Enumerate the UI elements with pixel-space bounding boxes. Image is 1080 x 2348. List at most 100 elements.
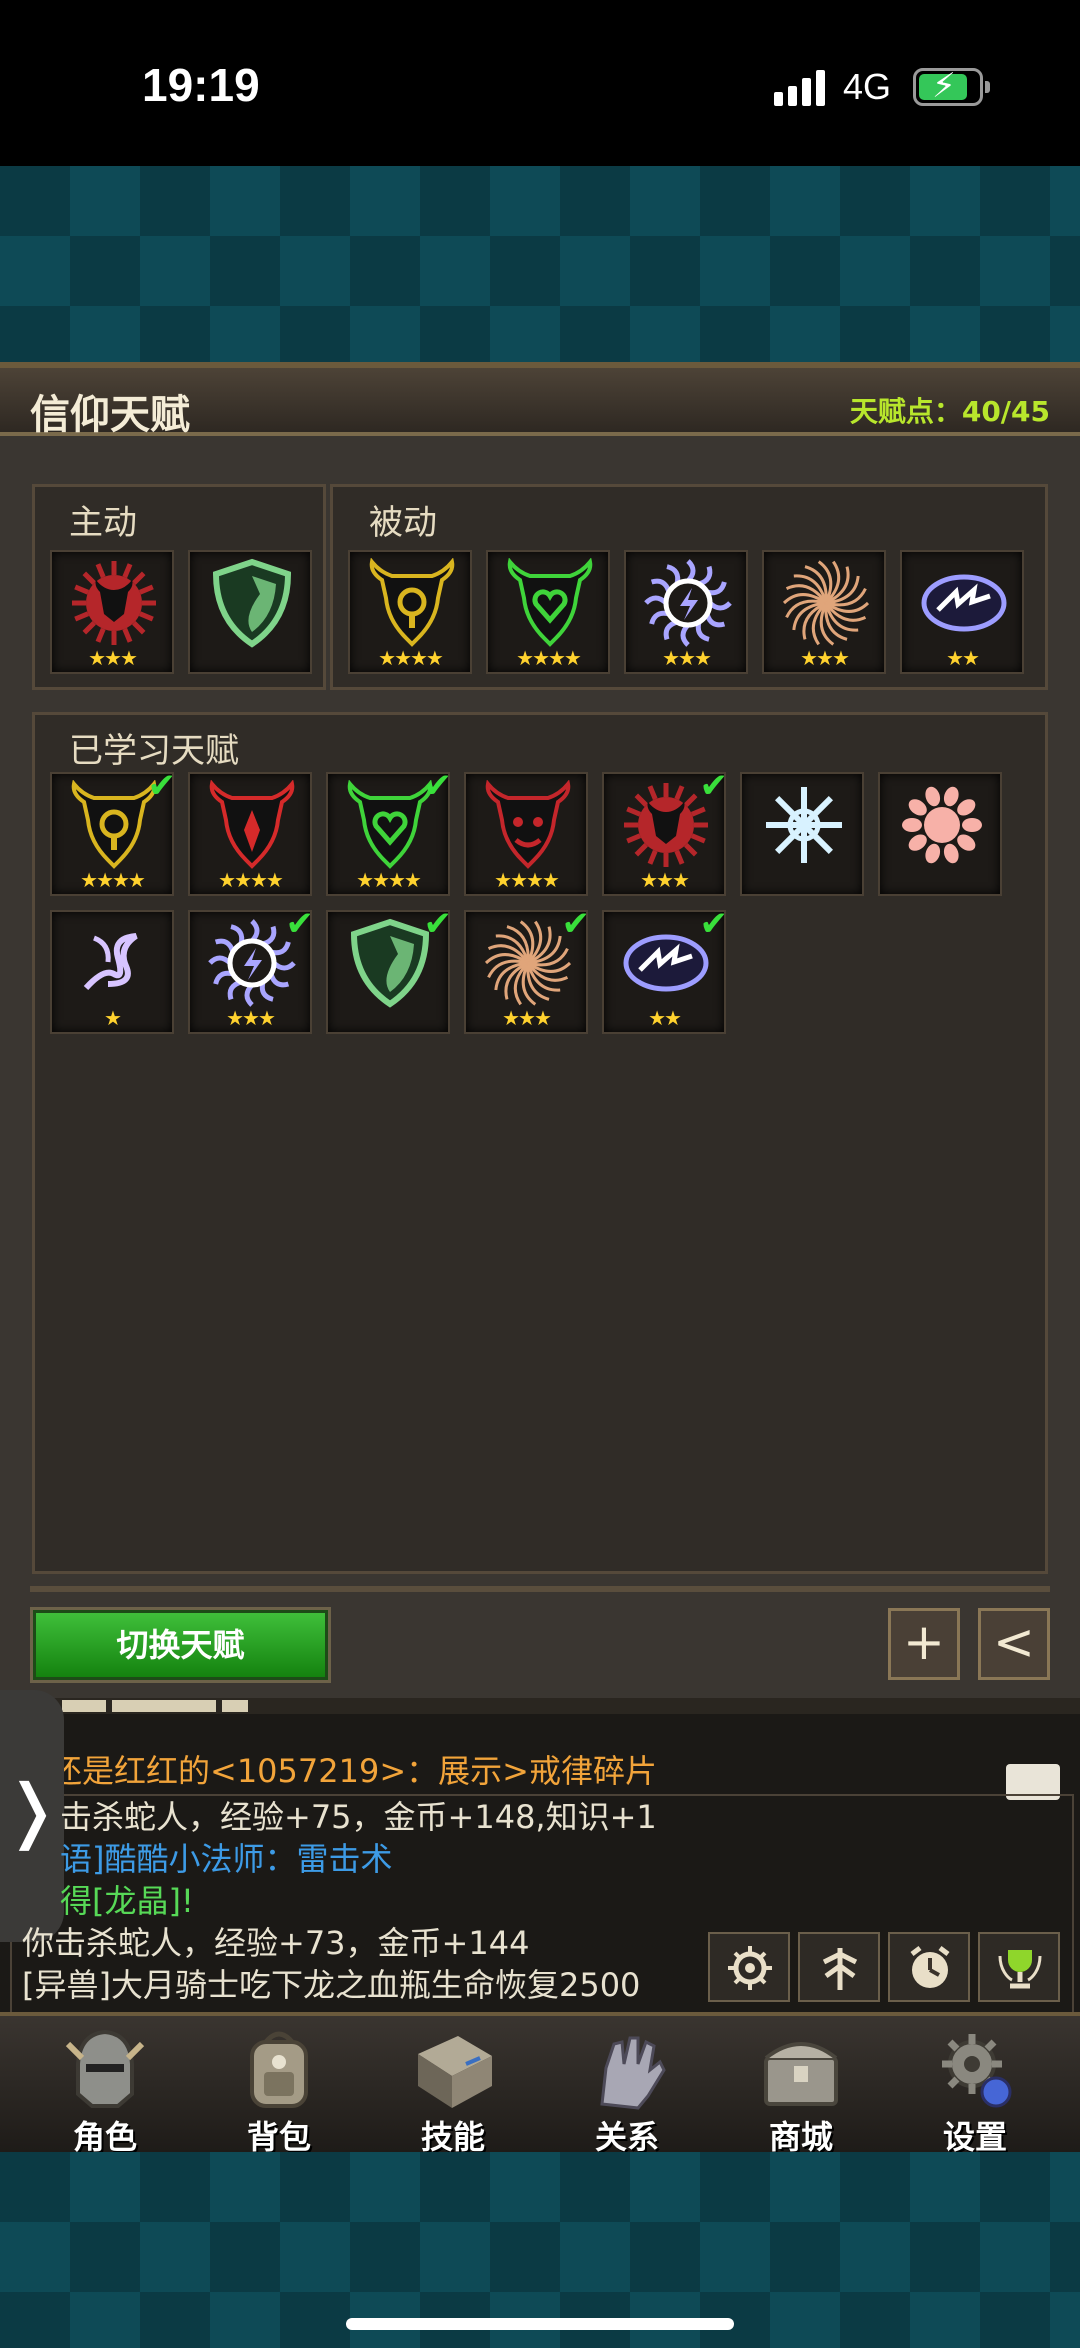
chat-highlight-line[interactable]: 还是红红的<1057219>：展示>戒律碎片 (50, 1746, 657, 1792)
star-rating: ★★★★ (378, 646, 444, 670)
talent-slot[interactable]: ★★★ (762, 550, 886, 674)
wind-swirl-icon (83, 933, 138, 991)
talent-slot[interactable]: ★★ (900, 550, 1024, 674)
talent-slot[interactable]: ★★★ ✔ (188, 904, 314, 1034)
chat-filter-button[interactable] (798, 1932, 880, 2002)
network-type: 4G (843, 66, 892, 107)
active-section-label: 主动 (69, 503, 137, 543)
talent-slot[interactable]: ★★ ✔ (602, 904, 728, 1034)
status-time: 19:19 (142, 59, 260, 111)
page-title: 信仰天赋 (30, 392, 190, 438)
talent-slot[interactable]: ★★★ (624, 550, 748, 674)
background-pattern-top (0, 166, 1080, 364)
passive-section-label: 被动 (369, 503, 437, 543)
home-indicator[interactable] (346, 2318, 734, 2330)
skill-book-icon (418, 2036, 492, 2108)
star-rating: ★ (104, 1006, 122, 1030)
talent-slot[interactable]: ★★★ ✔ (464, 904, 590, 1034)
clock-icon (910, 1946, 950, 1988)
learned-check-icon: ✔ (423, 904, 453, 944)
battery-icon: ⚡ (913, 66, 990, 106)
talent-slot[interactable]: ✔ (326, 904, 452, 1034)
signal-icon (774, 70, 828, 106)
star-rating: ★★★ (662, 646, 712, 670)
talent-slot[interactable]: ★★★★ ✔ (326, 766, 452, 896)
gear-icon (942, 2034, 1012, 2108)
learned-check-icon: ✔ (423, 766, 453, 806)
star-rating: ★★★ (226, 1006, 276, 1030)
add-button[interactable]: + (888, 1608, 960, 1680)
star-rating: ★★★ (502, 1006, 552, 1030)
star-rating: ★★★★ (356, 868, 422, 892)
spiral-burst-icon (782, 560, 870, 646)
gold-bull-icon (369, 558, 455, 647)
red-bull-icon (209, 780, 295, 869)
talent-slot[interactable] (188, 550, 312, 674)
nav-item-skills[interactable]: 技能 (366, 2024, 540, 2156)
talent-points: 天赋点：40/45 (850, 390, 1050, 430)
backpack-icon (250, 2031, 308, 2108)
learned-check-icon: ✔ (561, 904, 591, 944)
side-expand-tab[interactable]: ❭ (0, 1690, 64, 1942)
gear-icon (728, 1946, 772, 1990)
snowflake-icon (766, 787, 842, 863)
learned-check-icon: ✔ (147, 766, 177, 806)
learned-check-icon: ✔ (699, 904, 729, 944)
talent-slot[interactable]: ★★★★ (464, 772, 588, 896)
bottom-nav: 角色 背包 技能 关系 商城 设置 (0, 2012, 1080, 2156)
switch-talent-button[interactable]: 切换天赋 (33, 1610, 328, 1680)
chat-trophy-button[interactable] (978, 1932, 1060, 2002)
talent-slot[interactable]: ★ (50, 910, 174, 1034)
talent-slot[interactable]: ★★★★ (486, 550, 610, 674)
talent-slot[interactable]: ★★★★ (188, 772, 312, 896)
talent-slot[interactable] (740, 772, 864, 896)
star-rating: ★★ (946, 646, 980, 670)
star-rating: ★★★★ (516, 646, 582, 670)
star-rating: ★★★★ (80, 868, 146, 892)
pink-sun-icon (902, 786, 982, 864)
learned-check-icon: ✔ (285, 904, 315, 944)
treasure-chest-icon (764, 2042, 838, 2106)
star-rating: ★★★ (640, 868, 690, 892)
chat-message: 击杀蛇人，经验+75，金币+148,知识+1 (60, 1798, 657, 1836)
chat-clock-button[interactable] (888, 1932, 970, 2002)
talent-slot[interactable]: ★★★★ ✔ (50, 766, 176, 896)
learned-check-icon: ✔ (699, 766, 729, 806)
chat-message: 你击杀蛇人，经验+73，金币+144 (22, 1924, 530, 1962)
chat-tabs[interactable] (50, 1698, 1080, 1714)
nav-item-backpack[interactable]: 背包 (192, 2024, 366, 2156)
panel-header: 信仰天赋 天赋点：40/45 (0, 368, 1080, 438)
branch-icon (822, 1948, 858, 1990)
nav-item-relations[interactable]: 关系 (540, 2024, 714, 2156)
talent-points-value: 40/45 (961, 395, 1050, 428)
nav-item-shop[interactable]: 商城 (714, 2024, 888, 2156)
star-rating: ★★★ (88, 646, 138, 670)
talent-slot[interactable]: ★★★★ (348, 550, 472, 674)
star-rating: ★★★★ (494, 868, 560, 892)
talent-slot[interactable]: ★★★ (50, 550, 174, 674)
chat-message: 得[龙晶]! (60, 1882, 194, 1920)
back-button[interactable]: < (978, 1608, 1050, 1680)
knight-helmet-icon (65, 2029, 145, 2108)
chat-message: [异兽]大月骑士吃下龙之血瓶生命恢复2500 (22, 1966, 641, 2004)
red-sun-bull-icon (72, 561, 156, 645)
chat-message: 语]酷酷小法师：雷击术 (60, 1840, 393, 1878)
lightning-oval-icon (921, 574, 1007, 632)
talent-slot[interactable] (878, 772, 1002, 896)
chat-settings-button[interactable] (708, 1932, 790, 2002)
talent-points-label: 天赋点： (849, 395, 962, 428)
green-heart-bull-icon (507, 558, 593, 647)
blue-lightning-sun-icon (644, 559, 732, 647)
gauntlet-icon (600, 2036, 666, 2110)
nav-item-settings[interactable]: 设置 (888, 2024, 1062, 2156)
divider (30, 1586, 1050, 1592)
red-demon-bull-icon (485, 780, 571, 869)
nav-item-character[interactable]: 角色 (18, 2024, 192, 2156)
star-rating: ★★★ (800, 646, 850, 670)
learned-section-label: 已学习天赋 (69, 731, 239, 771)
status-bar: 19:19 4G ⚡ (0, 0, 1080, 166)
talent-slot[interactable]: ★★★ ✔ (602, 766, 728, 896)
star-rating: ★★ (648, 1006, 682, 1030)
trophy-icon (998, 1950, 1042, 1989)
star-rating: ★★★★ (218, 868, 284, 892)
